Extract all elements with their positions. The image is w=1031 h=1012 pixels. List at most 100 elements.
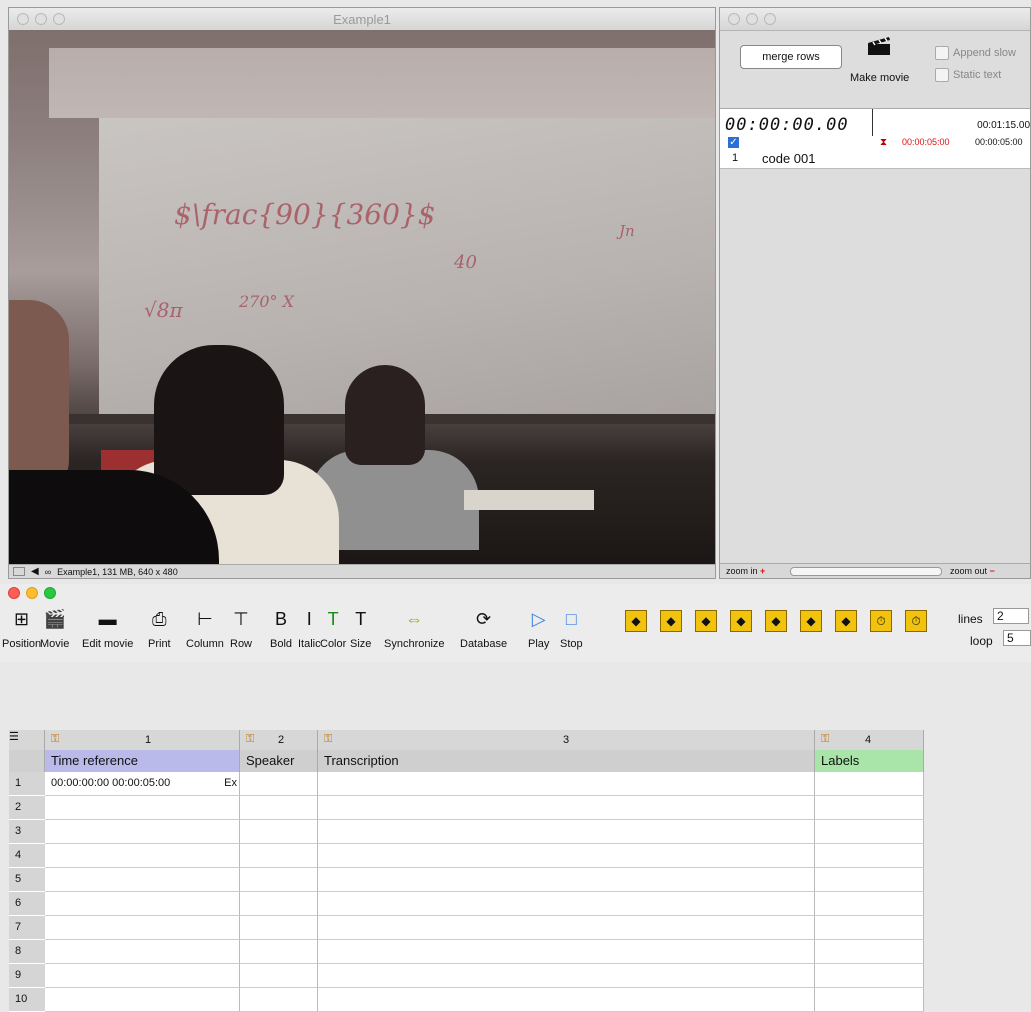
table-cell[interactable] (815, 892, 924, 916)
table-cell[interactable]: 00:00:00:00 00:00:05:00 Ex (45, 772, 240, 796)
table-titlebar[interactable] (0, 584, 1031, 602)
video-titlebar[interactable]: Example1 (9, 8, 715, 31)
zoom-button[interactable] (44, 587, 56, 599)
time-nav-icon[interactable]: ⏱ (870, 610, 892, 632)
column-name-1[interactable]: Time reference (45, 750, 240, 772)
toolbar-row-button[interactable]: ⊤ Row (230, 606, 252, 651)
row-number[interactable]: 7 (9, 916, 45, 940)
table-cell[interactable] (815, 772, 924, 796)
lock-icon[interactable]: ⚿ (821, 733, 829, 746)
row-number[interactable]: 1 (9, 772, 45, 796)
loop-input[interactable]: 5 (1003, 630, 1031, 646)
table-cell[interactable] (318, 844, 815, 868)
time-nav-icon[interactable]: ◆ (835, 610, 857, 632)
volume-icon[interactable]: ◀ (31, 566, 39, 577)
table-cell[interactable] (45, 796, 240, 820)
close-button[interactable] (8, 587, 20, 599)
lock-icon[interactable]: ⚿ (246, 733, 254, 746)
table-cell[interactable] (318, 988, 815, 1012)
column-header-1[interactable]: ⚿ 1 (45, 730, 240, 750)
minimize-button[interactable] (746, 13, 758, 25)
column-header-3[interactable]: ⚿ 3 (318, 730, 815, 750)
table-cell[interactable] (240, 844, 318, 868)
toolbar-bold-button[interactable]: B Bold (270, 606, 292, 651)
timecode-bar[interactable]: 00:00:00.00 00:01:15.00 (720, 108, 1030, 169)
table-cell[interactable] (318, 916, 815, 940)
time-nav-icon[interactable]: ⏱ (905, 610, 927, 632)
table-cell[interactable] (815, 868, 924, 892)
table-cell[interactable] (45, 892, 240, 916)
time-nav-icon[interactable]: ◆ (660, 610, 682, 632)
table-cell[interactable] (240, 820, 318, 844)
table-cell[interactable] (318, 796, 815, 820)
table-cell[interactable] (815, 916, 924, 940)
time-nav-icon[interactable]: ◆ (800, 610, 822, 632)
table-cell[interactable] (240, 988, 318, 1012)
table-cell[interactable] (240, 772, 318, 796)
zoom-out-button[interactable]: zoom out − (950, 566, 995, 576)
table-cell[interactable] (240, 964, 318, 988)
toolbar-print-button[interactable]: ⎙ Print (148, 606, 171, 651)
row-number[interactable]: 6 (9, 892, 45, 916)
table-cell[interactable] (815, 964, 924, 988)
row-number[interactable]: 9 (9, 964, 45, 988)
size-toggle-icon[interactable] (13, 567, 25, 576)
row-number[interactable]: 10 (9, 988, 45, 1012)
loop-icon[interactable]: ∞ (45, 567, 51, 577)
column-header-4[interactable]: ⚿ 4 (815, 730, 924, 750)
row-number[interactable]: 5 (9, 868, 45, 892)
table-cell[interactable] (45, 940, 240, 964)
table-cell[interactable] (240, 940, 318, 964)
table-cell[interactable] (318, 964, 815, 988)
toolbar-color-button[interactable]: T Color (320, 606, 346, 651)
track-checkbox[interactable]: ✓ (728, 137, 739, 148)
table-cell[interactable] (318, 940, 815, 964)
table-cell[interactable] (240, 868, 318, 892)
lock-icon[interactable]: ⚿ (324, 733, 332, 746)
lock-icon[interactable]: ⚿ (51, 733, 59, 746)
grid-corner[interactable]: ☰ (9, 730, 45, 750)
table-cell[interactable] (318, 820, 815, 844)
append-slow-checkbox[interactable] (935, 46, 949, 60)
table-cell[interactable] (318, 892, 815, 916)
row-number[interactable]: 2 (9, 796, 45, 820)
merge-rows-button[interactable]: merge rows (740, 45, 842, 69)
toolbar-movie-button[interactable]: 🎬 Movie (40, 606, 69, 651)
table-cell[interactable] (45, 844, 240, 868)
zoom-slider[interactable] (790, 567, 942, 576)
minimize-button[interactable] (26, 587, 38, 599)
column-name-2[interactable]: Speaker (240, 750, 318, 772)
toolbar-position-button[interactable]: ⊞ Position (2, 606, 41, 651)
table-cell[interactable] (240, 796, 318, 820)
table-cell[interactable] (318, 772, 815, 796)
time-nav-icon[interactable]: ◆ (730, 610, 752, 632)
table-cell[interactable] (45, 964, 240, 988)
table-cell[interactable] (815, 844, 924, 868)
toolbar-column-button[interactable]: ⊢ Column (186, 606, 224, 651)
table-cell[interactable] (240, 892, 318, 916)
time-nav-icon[interactable]: ◆ (625, 610, 647, 632)
close-button[interactable] (728, 13, 740, 25)
toolbar-database-button[interactable]: ⟳ Database (460, 606, 507, 651)
column-name-4[interactable]: Labels (815, 750, 924, 772)
toolbar-play-button[interactable]: ▷ Play (528, 606, 549, 651)
table-cell[interactable] (45, 868, 240, 892)
column-header-2[interactable]: ⚿ 2 (240, 730, 318, 750)
table-cell[interactable] (45, 988, 240, 1012)
row-number[interactable]: 8 (9, 940, 45, 964)
time-nav-icon[interactable]: ◆ (695, 610, 717, 632)
table-cell[interactable] (240, 916, 318, 940)
lines-input[interactable]: 2 (993, 608, 1029, 624)
table-cell[interactable] (45, 916, 240, 940)
toolbar-size-button[interactable]: T Size (350, 606, 371, 651)
table-cell[interactable] (45, 820, 240, 844)
static-text-checkbox[interactable] (935, 68, 949, 82)
row-number[interactable]: 4 (9, 844, 45, 868)
time-nav-icon[interactable]: ◆ (765, 610, 787, 632)
zoom-button[interactable] (764, 13, 776, 25)
table-cell[interactable] (815, 820, 924, 844)
toolbar-edit-movie-button[interactable]: ▬ Edit movie (82, 606, 133, 651)
code-row[interactable]: 1 code 001 (720, 150, 1030, 169)
column-name-3[interactable]: Transcription (318, 750, 815, 772)
timeline-titlebar[interactable] (720, 8, 1030, 31)
